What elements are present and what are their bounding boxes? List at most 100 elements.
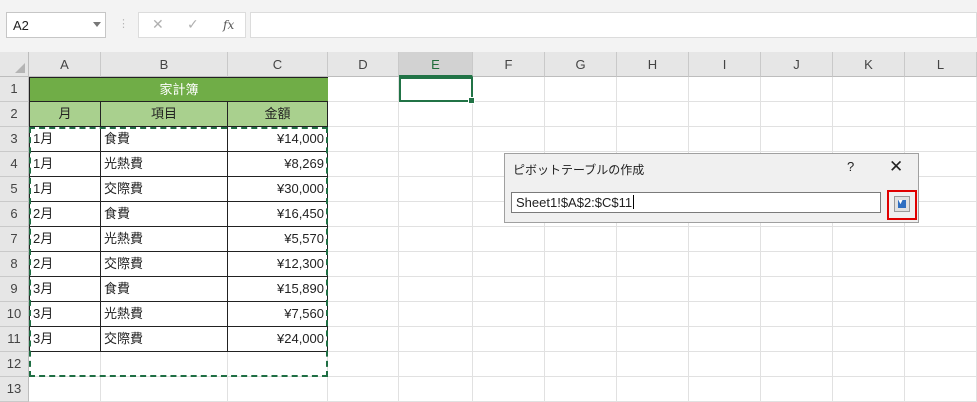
row-header-12[interactable]: 12	[0, 352, 29, 377]
table-cell[interactable]: 光熱費	[101, 302, 228, 327]
grid-cell[interactable]	[328, 352, 399, 377]
grid-cell[interactable]	[761, 352, 833, 377]
grid-cell[interactable]	[617, 252, 689, 277]
grid-cell[interactable]	[761, 277, 833, 302]
grid-cell[interactable]	[833, 102, 905, 127]
table-title-cell[interactable]: 家計簿	[29, 77, 328, 102]
table-cell[interactable]: 食費	[101, 202, 228, 227]
grid-cell[interactable]	[328, 377, 399, 402]
grid-cell[interactable]	[473, 252, 545, 277]
grid-cell[interactable]	[545, 302, 617, 327]
table-cell[interactable]: 3月	[29, 302, 101, 327]
grid-cell[interactable]	[689, 352, 761, 377]
table-cell[interactable]: 3月	[29, 327, 101, 352]
grid-cell[interactable]	[761, 377, 833, 402]
row-header-5[interactable]: 5	[0, 177, 29, 202]
grid-cell[interactable]	[399, 227, 473, 252]
row-header-7[interactable]: 7	[0, 227, 29, 252]
cancel-icon[interactable]: ✕	[152, 16, 164, 33]
table-cell[interactable]: ¥8,269	[228, 152, 328, 177]
grid-cell[interactable]	[328, 227, 399, 252]
grid-cell[interactable]	[905, 352, 977, 377]
table-cell[interactable]: 食費	[101, 127, 228, 152]
table-cell[interactable]: 1月	[29, 152, 101, 177]
grid-cell[interactable]	[399, 252, 473, 277]
grid-cell[interactable]	[328, 177, 399, 202]
grid-cell[interactable]	[617, 227, 689, 252]
grid-cell[interactable]	[545, 377, 617, 402]
table-cell[interactable]: 交際費	[101, 327, 228, 352]
row-header-6[interactable]: 6	[0, 202, 29, 227]
grid-cell[interactable]	[328, 252, 399, 277]
row-header-13[interactable]: 13	[0, 377, 29, 402]
grid-cell[interactable]	[689, 77, 761, 102]
grid-cell[interactable]	[328, 202, 399, 227]
grid-cell[interactable]	[833, 352, 905, 377]
grid-cell[interactable]	[905, 127, 977, 152]
grid-cell[interactable]	[101, 377, 228, 402]
column-header-e[interactable]: E	[399, 52, 473, 77]
table-cell[interactable]: 食費	[101, 277, 228, 302]
grid-cell[interactable]	[545, 227, 617, 252]
grid-cell[interactable]	[399, 102, 473, 127]
grid-cell[interactable]	[399, 127, 473, 152]
grid-cell[interactable]	[689, 277, 761, 302]
insert-function-icon[interactable]: fx	[223, 18, 234, 32]
grid-cell[interactable]	[228, 377, 328, 402]
row-header-8[interactable]: 8	[0, 252, 29, 277]
grid-cell[interactable]	[617, 277, 689, 302]
table-cell[interactable]: 2月	[29, 227, 101, 252]
row-header-4[interactable]: 4	[0, 152, 29, 177]
grid-cell[interactable]	[228, 352, 328, 377]
table-cell[interactable]: 1月	[29, 127, 101, 152]
grid-cell[interactable]	[328, 327, 399, 352]
grid-cell[interactable]	[761, 227, 833, 252]
grid-cell[interactable]	[473, 377, 545, 402]
grid-cell[interactable]	[617, 127, 689, 152]
formula-input[interactable]	[250, 12, 977, 38]
close-button[interactable]: ✕	[889, 157, 903, 177]
table-cell[interactable]: 光熱費	[101, 152, 228, 177]
grid-cell[interactable]	[689, 127, 761, 152]
grid-cell[interactable]	[473, 102, 545, 127]
grid-cell[interactable]	[473, 277, 545, 302]
grid-cell[interactable]	[833, 277, 905, 302]
table-cell[interactable]: 1月	[29, 177, 101, 202]
enter-icon[interactable]: ✓	[187, 16, 199, 33]
grid-cell[interactable]	[905, 327, 977, 352]
row-header-10[interactable]: 10	[0, 302, 29, 327]
grid-cell[interactable]	[399, 152, 473, 177]
name-box[interactable]: A2	[6, 12, 106, 38]
table-cell[interactable]: ¥30,000	[228, 177, 328, 202]
table-cell[interactable]: 2月	[29, 252, 101, 277]
grid-cell[interactable]	[617, 327, 689, 352]
table-cell[interactable]: 交際費	[101, 177, 228, 202]
grid-cell[interactable]	[905, 302, 977, 327]
grid-cell[interactable]	[545, 102, 617, 127]
grid-cell[interactable]	[399, 327, 473, 352]
grid-cell[interactable]	[473, 352, 545, 377]
grid-cell[interactable]	[29, 377, 101, 402]
table-cell[interactable]: ¥24,000	[228, 327, 328, 352]
column-header-c[interactable]: C	[228, 52, 328, 77]
table-cell[interactable]: ¥12,300	[228, 252, 328, 277]
grid-cell[interactable]	[833, 377, 905, 402]
grid-cell[interactable]	[617, 77, 689, 102]
grid-cell[interactable]	[328, 77, 399, 102]
grid-cell[interactable]	[328, 102, 399, 127]
row-header-1[interactable]: 1	[0, 77, 29, 102]
grid-cell[interactable]	[761, 327, 833, 352]
table-cell[interactable]: ¥14,000	[228, 127, 328, 152]
column-header-b[interactable]: B	[101, 52, 228, 77]
grid-cell[interactable]	[328, 277, 399, 302]
grid-cell[interactable]	[833, 77, 905, 102]
column-header-j[interactable]: J	[761, 52, 833, 77]
help-button[interactable]: ?	[847, 159, 854, 174]
grid-cell[interactable]	[905, 102, 977, 127]
grid-cell[interactable]	[761, 77, 833, 102]
grid-cell[interactable]	[399, 177, 473, 202]
header-cell-item[interactable]: 項目	[101, 102, 228, 127]
column-header-l[interactable]: L	[905, 52, 977, 77]
grid-cell[interactable]	[689, 327, 761, 352]
grid-cell[interactable]	[473, 302, 545, 327]
